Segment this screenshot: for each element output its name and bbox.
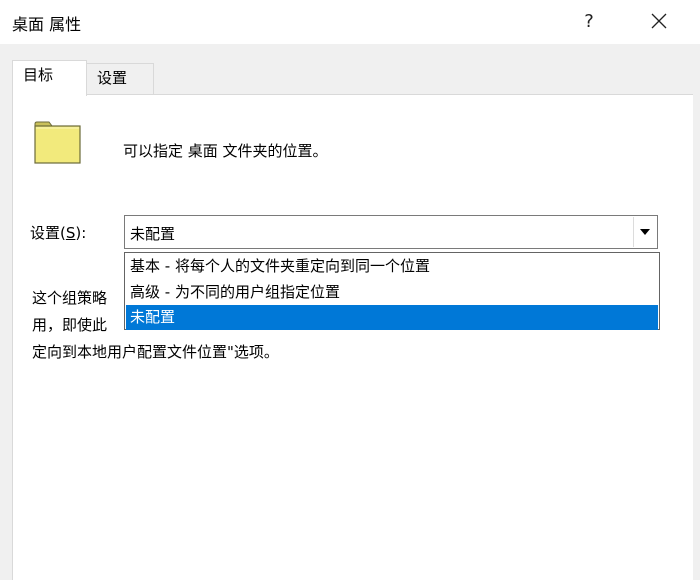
setting-label-prefix: 设置( (30, 224, 66, 242)
setting-dropdown-list: 基本 - 将每个人的文件夹重定向到同一个位置 高级 - 为不同的用户组指定位置 … (124, 252, 660, 330)
chevron-down-icon (640, 229, 650, 235)
window-edge (693, 94, 700, 580)
setting-label-accelerator: S (65, 224, 76, 242)
folder-description: 可以指定 桌面 文件夹的位置。 (123, 142, 328, 160)
setting-label: 设置(S): (30, 222, 86, 243)
close-button[interactable] (638, 6, 680, 36)
help-icon: ? (584, 10, 594, 32)
folder-icon (34, 121, 81, 164)
help-button[interactable]: ? (568, 6, 610, 36)
setting-combobox[interactable]: 未配置 (124, 215, 658, 249)
combobox-dropdown-button[interactable] (633, 217, 656, 247)
dropdown-option-advanced[interactable]: 高级 - 为不同的用户组指定位置 (126, 280, 658, 305)
title-bar: 桌面 属性 ? (0, 0, 700, 44)
dropdown-option-not-configured[interactable]: 未配置 (126, 305, 658, 330)
info-line: 定向到本地用户配置文件位置"选项。 (32, 343, 279, 361)
dropdown-option-basic[interactable]: 基本 - 将每个人的文件夹重定向到同一个位置 (126, 254, 658, 279)
setting-combobox-value: 未配置 (130, 225, 176, 243)
close-icon (651, 13, 667, 29)
setting-label-suffix: ): (75, 224, 87, 242)
tab-strip: 目标 设置 (12, 60, 692, 96)
window-title: 桌面 属性 (12, 15, 82, 34)
tab-target[interactable]: 目标 (12, 60, 87, 96)
tab-settings[interactable]: 设置 (86, 63, 154, 94)
